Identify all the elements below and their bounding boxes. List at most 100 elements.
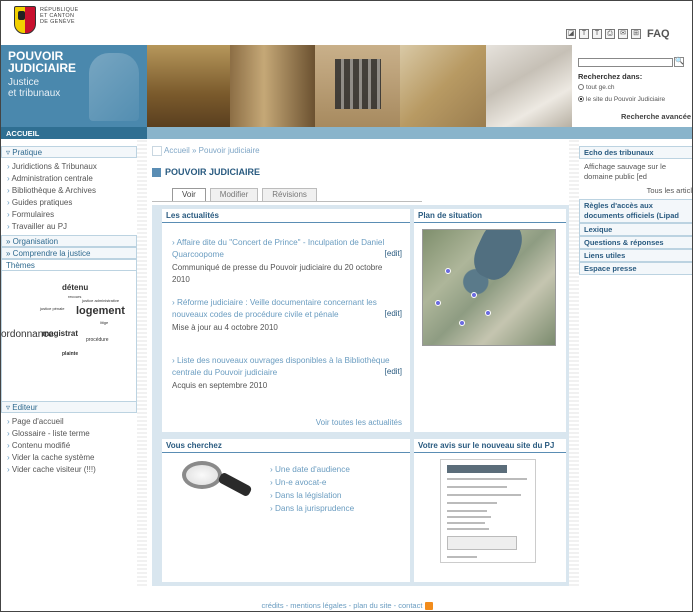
right-sidebar: Echo des tribunaux Affichage sauvage sur… [579,146,692,275]
sidebar-item[interactable]: Vider la cache système [7,452,137,464]
radio-selected-icon[interactable] [578,96,584,103]
sidebar-item[interactable]: Contenu modifié [7,440,137,452]
see-all-news-link[interactable]: Voir toutes les actualités [316,418,402,427]
survey-thumbnail[interactable] [440,459,536,563]
footer: crédits - mentions légales - plan du sit… [1,601,692,611]
breadcrumb-text[interactable]: Accueil » Pouvoir judiciaire [164,146,260,155]
section-label: Comprendre la justice [12,249,91,258]
sidebar-item[interactable]: Juridictions & Tribunaux [7,161,137,173]
page-title-text: POUVOIR JUDICIAIRE [165,167,261,177]
geneva-crest-icon[interactable] [14,6,36,34]
magnifier-icon [182,461,253,505]
tag-link[interactable]: magistrat [42,329,78,338]
situation-map[interactable] [422,229,556,346]
search-box: 🔍 Recherchez dans: tout ge.ch le site du… [574,45,692,127]
brand-block[interactable]: POUVOIR JUDICIAIRE Justice et tribunaux [1,45,147,127]
search-link[interactable]: Une date d'audience [270,463,354,476]
tab-voir[interactable]: Voir [172,188,206,201]
edit-link[interactable]: [edit] [385,249,402,258]
a-minus-icon[interactable]: ◪ [566,29,576,39]
sidebar-item[interactable]: Formulaires [7,209,137,221]
banner-photo [400,45,486,127]
rss-icon[interactable] [425,602,434,611]
sidebar-section-organisation[interactable]: » Organisation [1,235,137,247]
search-link[interactable]: Un-e avocat-e [270,476,354,489]
tab-modifier[interactable]: Modifier [209,188,259,201]
top-bar: RÉPUBLIQUE ET CANTON DE GENÈVE ◪ T T ⎙ ✉… [1,1,692,45]
sidebar-item[interactable]: Guides pratiques [7,197,137,209]
search-links: Une date d'audience Un-e avocat-e Dans l… [270,463,354,515]
news-title[interactable]: Liste des nouveaux ouvrages disponibles … [172,355,402,379]
print-icon[interactable]: ⎙ [605,29,615,39]
advanced-search-link[interactable]: Recherche avancée [621,112,691,121]
sidebar-section-editeur[interactable]: ▿ Editeur [1,401,137,413]
sidebar-item[interactable]: Glossaire - liste terme [7,428,137,440]
radio-all-ge[interactable]: tout ge.ch [578,84,615,91]
logo-text[interactable]: RÉPUBLIQUE ET CANTON DE GENÈVE [40,7,78,25]
faq-link[interactable]: FAQ [647,28,670,40]
map-pin-icon[interactable] [471,292,477,298]
sidebar-item[interactable]: Vider cache visiteur (!!!) [7,464,137,476]
toolbar: ◪ T T ⎙ ✉ ⊞ FAQ [566,28,670,40]
survey-header: Votre avis sur le nouveau site du PJ [414,439,566,453]
sidebar-item[interactable]: Administration centrale [7,173,137,185]
tag-link[interactable]: plainte [62,351,78,357]
tab-revisions[interactable]: Révisions [262,188,317,201]
sitemap-icon[interactable]: ⊞ [631,29,641,39]
justice-statue-image [89,53,139,121]
breadcrumb: Accueil » Pouvoir judiciaire [152,146,260,156]
survey-panel: Votre avis sur le nouveau site du PJ [414,439,566,582]
regles-line: documents officiels (Lipad [584,211,680,220]
tag-link[interactable]: litige [100,320,108,325]
map-pin-icon[interactable] [459,320,465,326]
sidebar-item[interactable]: Travailler au PJ [7,221,137,233]
search-label: Recherchez dans: [578,72,643,81]
map-panel: Plan de situation [414,209,566,432]
tag-cloud: détenu justice administrative recours ju… [1,271,137,401]
regles-header[interactable]: Règles d'accès aux documents officiels (L… [579,199,692,223]
title-square-icon [152,168,161,178]
search-input[interactable] [578,58,673,67]
mail-icon[interactable]: ✉ [618,29,628,39]
left-sidebar: ▿ Pratique Juridictions & Tribunaux Admi… [1,146,137,478]
map-pin-icon[interactable] [485,310,491,316]
echo-header[interactable]: Echo des tribunaux [579,146,692,159]
map-pin-icon[interactable] [435,300,441,306]
map-pin-icon[interactable] [445,268,451,274]
tag-link[interactable]: recours [68,294,81,299]
liens-header[interactable]: Liens utiles [579,249,692,262]
sidebar-item[interactable]: Bibliothèque & Archives [7,185,137,197]
news-title[interactable]: Réforme judiciaire : Veille documentaire… [172,297,402,321]
sidebar-item[interactable]: Page d'accueil [7,416,137,428]
news-subtitle: Acquis en septembre 2010 [172,381,268,390]
search-link[interactable]: Dans la législation [270,489,354,502]
search-link[interactable]: Dans la jurisprudence [270,502,354,515]
brand-sub-line: Justice [8,77,40,88]
edit-link[interactable]: [ed [637,172,647,181]
radio-pj-site[interactable]: le site du Pouvoir Judiciaire [578,96,665,103]
tag-link[interactable]: justice administrative [82,298,119,303]
qr-header[interactable]: Questions & réponses [579,236,692,249]
presse-header[interactable]: Espace presse [579,262,692,275]
edit-link[interactable]: [edit] [385,367,402,376]
t-large-icon[interactable]: T [592,29,602,39]
footer-links[interactable]: crédits - mentions légales - plan du sit… [262,601,423,610]
news-subtitle: Communiqué de presse du Pouvoir judiciai… [172,263,383,284]
all-articles-link[interactable]: Tous les articl [579,185,692,199]
news-title[interactable]: Affaire dite du "Concert de Prince" - In… [172,237,402,261]
tag-link[interactable]: détenu [62,283,88,292]
sidebar-section-comprendre[interactable]: » Comprendre la justice [1,247,137,259]
lexique-header[interactable]: Lexique [579,223,692,236]
sidebar-section-pratique[interactable]: ▿ Pratique [1,146,137,158]
echo-item[interactable]: Affichage sauvage sur le domaine public … [579,159,692,185]
radio-icon[interactable] [578,84,584,91]
tag-link[interactable]: justice pénale [40,306,64,311]
nav-bar: ACCUEIL [1,127,692,139]
t-small-icon[interactable]: T [579,29,589,39]
edit-link[interactable]: [edit] [385,309,402,318]
brand-title: POUVOIR JUDICIAIRE [8,50,76,74]
tag-link[interactable]: logement [76,305,125,317]
nav-home[interactable]: ACCUEIL [1,127,147,139]
tag-link[interactable]: procédure [86,337,109,343]
search-go-icon[interactable]: 🔍 [674,57,684,67]
